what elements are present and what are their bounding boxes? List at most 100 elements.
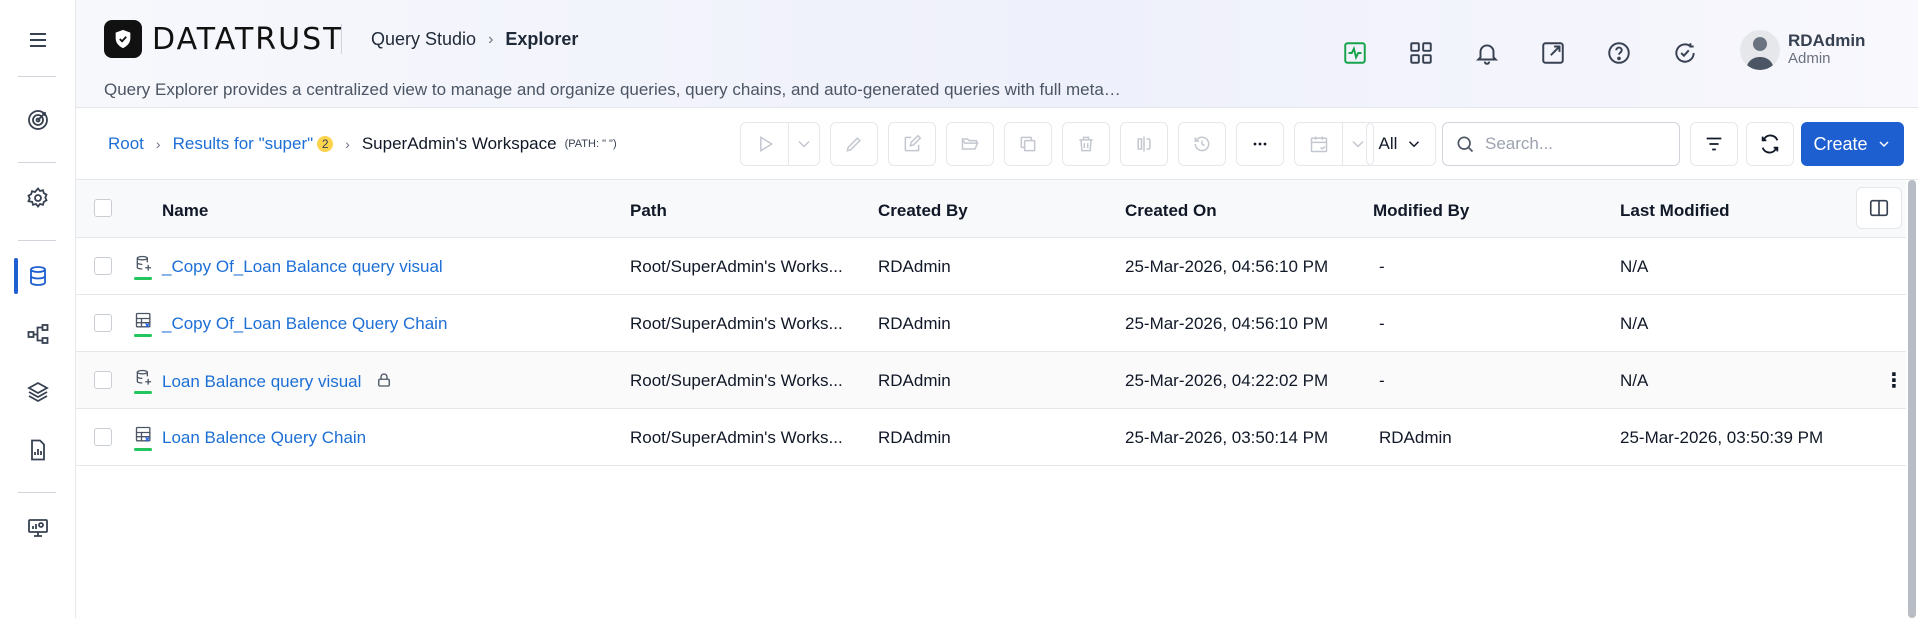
cell-created-by: RDAdmin — [878, 428, 951, 447]
row-checkbox[interactable] — [94, 371, 112, 389]
column-header-path[interactable]: Path — [630, 201, 667, 221]
column-header-name[interactable]: Name — [162, 201, 208, 221]
explorer-toolbar: Root › Results for "super" 2 › SuperAdmi… — [76, 108, 1918, 180]
target-icon[interactable] — [18, 100, 58, 140]
chevron-right-icon: › — [155, 136, 161, 152]
filter-button[interactable] — [1690, 122, 1738, 166]
sync-check-icon[interactable] — [1670, 38, 1700, 68]
cell-modified-by: - — [1379, 257, 1385, 276]
type-filter-value: All — [1378, 134, 1398, 153]
menu-icon[interactable] — [18, 20, 58, 60]
explorer-table: Name Path Created By Created On Modified… — [76, 180, 1906, 466]
report-icon[interactable] — [18, 430, 58, 470]
item-name-link[interactable]: _Copy Of_Loan Balence Query Chain — [162, 314, 447, 333]
calendar-icon[interactable] — [1295, 123, 1343, 165]
play-icon[interactable] — [741, 123, 789, 165]
user-role: Admin — [1788, 50, 1831, 67]
cell-created-by: RDAdmin — [878, 257, 951, 276]
item-name-link[interactable]: Loan Balance query visual — [162, 372, 361, 391]
activity-icon[interactable] — [1340, 38, 1370, 68]
cell-created-on: 25-Mar-2026, 04:56:10 PM — [1125, 257, 1329, 276]
status-underline — [134, 391, 152, 394]
column-header-created-on[interactable]: Created On — [1125, 201, 1217, 221]
cell-name: _Copy Of_Loan Balance query visual — [162, 257, 443, 277]
chevron-down-icon[interactable] — [789, 123, 819, 165]
breadcrumb-path: (PATH: " ") — [564, 138, 617, 150]
bell-icon[interactable] — [1472, 38, 1502, 68]
cell-last-modified: 25-Mar-2026, 03:50:39 PM — [1620, 428, 1824, 447]
column-layout-button[interactable] — [1856, 187, 1902, 229]
cell-name: Loan Balence Query Chain — [162, 428, 366, 448]
table-row[interactable]: Loan Balance query visual Root/SuperAdmin… — [76, 352, 1906, 409]
schedule-split-button[interactable] — [1294, 122, 1374, 166]
copy-icon[interactable] — [1004, 122, 1052, 166]
monitor-icon[interactable] — [18, 508, 58, 548]
cell-last-modified: N/A — [1620, 371, 1649, 390]
workflow-icon[interactable] — [18, 314, 58, 354]
database-icon[interactable] — [18, 256, 58, 296]
row-checkbox[interactable] — [94, 428, 112, 446]
item-name-link[interactable]: Loan Balence Query Chain — [162, 428, 366, 447]
search-input[interactable] — [1485, 134, 1665, 154]
row-checkbox[interactable] — [94, 314, 112, 332]
chevron-down-icon — [1878, 141, 1889, 148]
shield-logo-icon — [104, 20, 142, 58]
cell-created-on: 25-Mar-2026, 03:50:14 PM — [1125, 428, 1329, 447]
more-vertical-icon[interactable]: ⋮ — [1884, 368, 1904, 393]
query-chain-icon — [134, 311, 156, 337]
table-row[interactable]: _Copy Of_Loan Balence Query Chain Root/Su… — [76, 295, 1906, 352]
row-checkbox[interactable] — [94, 257, 112, 275]
chevron-right-icon: › — [345, 136, 350, 152]
scrollbar-thumb[interactable] — [1908, 180, 1916, 618]
crumb-query-studio[interactable]: Query Studio — [371, 29, 476, 50]
select-all-checkbox[interactable] — [94, 199, 112, 217]
search-box[interactable] — [1442, 122, 1680, 166]
cell-modified-by: - — [1379, 314, 1385, 333]
status-underline — [134, 277, 152, 280]
gear-icon[interactable] — [18, 178, 58, 218]
query-chain-icon — [134, 425, 156, 451]
run-split-button[interactable] — [740, 122, 820, 166]
left-sidebar — [0, 0, 76, 618]
header-breadcrumb: Query Studio › Explorer — [371, 29, 578, 50]
user-menu[interactable]: RDAdmin Admin — [1740, 30, 1865, 70]
edit-icon[interactable] — [888, 122, 936, 166]
pencil-icon[interactable] — [830, 122, 878, 166]
help-icon[interactable] — [1604, 38, 1634, 68]
trash-icon[interactable] — [1062, 122, 1110, 166]
breadcrumb-root[interactable]: Root — [108, 134, 144, 154]
logo[interactable]: DATATRUST — [104, 20, 343, 58]
header-divider — [341, 24, 342, 54]
apps-grid-icon[interactable] — [1406, 38, 1436, 68]
refresh-icon — [1761, 134, 1779, 154]
cell-last-modified: N/A — [1620, 257, 1649, 276]
column-header-last-modified[interactable]: Last Modified — [1620, 201, 1730, 221]
user-info: RDAdmin Admin — [1788, 32, 1865, 68]
table-row[interactable]: Loan Balence Query Chain Root/SuperAdmin'… — [76, 409, 1906, 466]
folder-open-icon[interactable] — [946, 122, 994, 166]
status-underline — [134, 334, 152, 337]
results-count-badge: 2 — [317, 136, 334, 152]
sidebar-divider — [18, 240, 56, 241]
column-header-created-by[interactable]: Created By — [878, 201, 968, 221]
sidebar-divider — [18, 76, 56, 77]
column-header-modified-by[interactable]: Modified By — [1373, 201, 1469, 221]
app-root: DATATRUST Query Studio › Explorer Query … — [0, 0, 1918, 618]
table-header: Name Path Created By Created On Modified… — [76, 180, 1906, 238]
header-actions — [1340, 38, 1700, 68]
vertical-scrollbar[interactable] — [1908, 180, 1916, 618]
table-row[interactable]: _Copy Of_Loan Balance query visual Root/S… — [76, 238, 1906, 295]
layers-icon[interactable] — [18, 372, 58, 412]
external-link-icon[interactable] — [1538, 38, 1568, 68]
history-icon[interactable] — [1178, 122, 1226, 166]
create-button[interactable]: Create — [1801, 122, 1904, 166]
type-filter-select[interactable]: All — [1366, 122, 1436, 166]
breadcrumb-results[interactable]: Results for "super" — [173, 134, 314, 154]
cell-created-by: RDAdmin — [878, 371, 951, 390]
status-underline — [134, 448, 152, 451]
item-name-link[interactable]: _Copy Of_Loan Balance query visual — [162, 257, 443, 276]
compare-icon[interactable] — [1120, 122, 1168, 166]
more-horizontal-icon[interactable] — [1236, 122, 1284, 166]
refresh-button[interactable] — [1746, 122, 1794, 166]
query-visual-icon — [134, 368, 156, 394]
